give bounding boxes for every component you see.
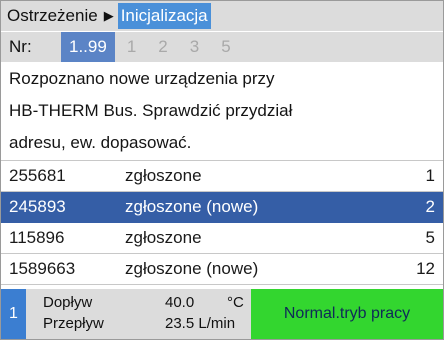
- device-id: 245893: [9, 197, 66, 216]
- device-id: 1589663: [9, 259, 76, 278]
- device-status: zgłoszone: [125, 228, 202, 247]
- nr-label: Nr:: [9, 37, 32, 56]
- table-row-selected[interactable]: 245893 zgłoszone (nowe) 2: [1, 192, 443, 223]
- tab-nr-3[interactable]: 3: [190, 32, 199, 62]
- device-status: zgłoszone: [125, 166, 202, 185]
- tab-nr-1[interactable]: 1: [127, 32, 136, 62]
- tab-range-all[interactable]: 1..99: [61, 32, 115, 62]
- breadcrumb: Ostrzeżenie ▶ Inicjalizacja: [1, 1, 443, 31]
- nr-tab-row: Nr: 1..99 1 2 3 5: [1, 32, 443, 62]
- table-row[interactable]: 255681 zgłoszone 1: [1, 161, 443, 192]
- flow-value: 23.5 L/min: [165, 315, 236, 332]
- device-initialization-screen: Ostrzeżenie ▶ Inicjalizacja Nr: 1..99 1 …: [0, 0, 444, 340]
- right-triangle-icon: ▶: [103, 8, 114, 23]
- table-row[interactable]: 115896 zgłoszone 5: [1, 223, 443, 254]
- device-status: zgłoszone (nowe): [125, 259, 259, 278]
- device-number: 12: [416, 259, 435, 278]
- tab-nr-2[interactable]: 2: [158, 32, 167, 62]
- supply-label: Dopływ: [43, 294, 93, 311]
- table-row[interactable]: 1589663 zgłoszone (nowe) 12: [1, 254, 443, 285]
- status-bar: 1 Dopływ 40.0 °C Przepływ 23.5 L/min Nor…: [1, 289, 443, 339]
- message-line: Rozpoznano nowe urządzenia przy: [9, 69, 275, 88]
- breadcrumb-parent[interactable]: Ostrzeżenie: [7, 1, 98, 31]
- supply-unit: °C: [227, 294, 244, 311]
- device-number: 2: [425, 197, 435, 216]
- supply-value: 40.0: [165, 294, 195, 311]
- message-line: HB-THERM Bus. Sprawdzić przydział: [9, 101, 293, 120]
- device-id: 115896: [9, 228, 65, 247]
- breadcrumb-current[interactable]: Inicjalizacja: [117, 3, 211, 29]
- device-list: 255681 zgłoszone 1 245893 zgłoszone (now…: [1, 161, 443, 285]
- warning-message: Rozpoznano nowe urządzenia przy HB-THERM…: [1, 63, 443, 159]
- flow-label: Przepływ: [43, 315, 104, 332]
- operating-mode-indicator[interactable]: Normal.tryb pracy: [251, 289, 443, 339]
- unit-index-badge[interactable]: 1: [1, 289, 26, 339]
- device-number: 1: [425, 166, 435, 185]
- device-number: 5: [425, 228, 435, 247]
- message-line: adresu, ew. dopasować.: [9, 133, 192, 152]
- device-status: zgłoszone (nowe): [125, 197, 259, 216]
- device-id: 255681: [9, 166, 66, 185]
- tab-nr-5[interactable]: 5: [221, 32, 230, 62]
